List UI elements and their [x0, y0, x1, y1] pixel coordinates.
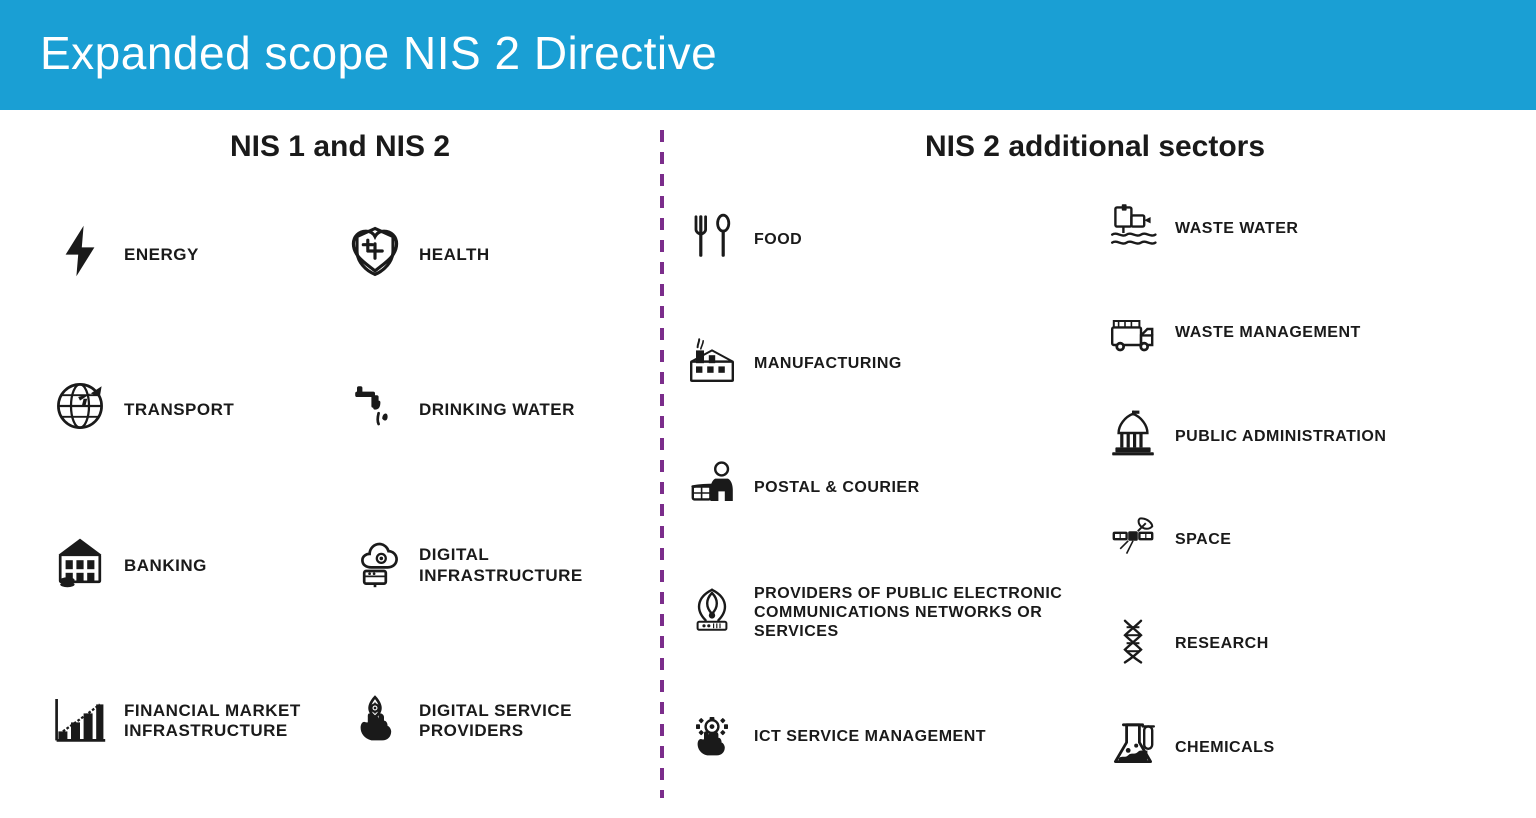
drinking-water-icon	[345, 379, 405, 441]
sector-space: SPACE	[1105, 493, 1506, 587]
nis1-and-nis2-section: NIS 1 and NIS 2 ENERGY	[0, 110, 660, 818]
postal-label: POSTAL & COURIER	[754, 478, 920, 497]
sector-waste-management: WASTE MANAGEMENT	[1105, 286, 1506, 380]
manufacturing-label: MANUFACTURING	[754, 354, 902, 373]
food-label: FOOD	[754, 230, 802, 249]
content-area: NIS 1 and NIS 2 ENERGY	[0, 110, 1536, 818]
providers-label: PROVIDERS OF PUBLIC ELECTRONIC COMMUNICA…	[754, 584, 1085, 642]
nis2-title: NIS 2 additional sectors	[684, 130, 1506, 164]
energy-icon	[50, 224, 110, 286]
sector-chemicals: CHEMICALS	[1105, 700, 1506, 794]
sector-manufacturing: MANUFACTURING	[684, 306, 1085, 420]
nis1-title: NIS 1 and NIS 2	[50, 130, 630, 164]
food-icon	[684, 212, 740, 267]
ict-label: ICT SERVICE MANAGEMENT	[754, 727, 986, 746]
banking-label: BANKING	[124, 556, 207, 576]
manufacturing-icon	[684, 336, 740, 391]
health-icon	[345, 224, 405, 286]
sector-digital-infrastructure: DIGITAL INFRASTRUCTURE	[345, 493, 630, 639]
header: Expanded scope NIS 2 Directive	[0, 0, 1536, 110]
sector-research: RESEARCH	[1105, 597, 1506, 691]
space-label: SPACE	[1175, 530, 1231, 549]
health-label: HEALTH	[419, 245, 490, 265]
digital-infrastructure-icon	[345, 535, 405, 597]
sector-postal: POSTAL & COURIER	[684, 431, 1085, 545]
sector-financial-market: FINANCIAL MARKET INFRASTRUCTURE	[50, 649, 335, 795]
banking-icon	[50, 535, 110, 597]
sector-digital-service: DIGITAL SERVICE PROVIDERS	[345, 649, 630, 795]
sector-health: HEALTH	[345, 182, 630, 328]
sector-waste-water: WASTE WATER	[1105, 182, 1506, 276]
sector-ict: ICT SERVICE MANAGEMENT	[684, 680, 1085, 794]
waste-water-label: WASTE WATER	[1175, 219, 1298, 238]
waste-management-label: WASTE MANAGEMENT	[1175, 323, 1361, 342]
sector-food: FOOD	[684, 182, 1085, 296]
sector-drinking-water: DRINKING WATER	[345, 338, 630, 484]
ict-icon	[684, 709, 740, 764]
digital-infrastructure-label: DIGITAL INFRASTRUCTURE	[419, 545, 630, 586]
providers-icon	[684, 585, 740, 640]
nis2-grid: FOOD	[684, 182, 1506, 794]
nis2-col1: FOOD	[684, 182, 1085, 794]
space-icon	[1105, 512, 1161, 567]
drinking-water-label: DRINKING WATER	[419, 400, 575, 420]
public-admin-icon	[1105, 409, 1161, 464]
page-container: Expanded scope NIS 2 Directive NIS 1 and…	[0, 0, 1536, 818]
sector-public-admin: PUBLIC ADMINISTRATION	[1105, 389, 1506, 483]
chemicals-icon	[1105, 720, 1161, 775]
transport-label: TRANSPORT	[124, 400, 234, 420]
nis2-col2: WASTE WATER	[1105, 182, 1506, 794]
research-icon	[1105, 616, 1161, 671]
sector-energy: ENERGY	[50, 182, 335, 328]
transport-icon	[50, 379, 110, 441]
sector-banking: BANKING	[50, 493, 335, 639]
digital-service-icon	[345, 690, 405, 752]
public-admin-label: PUBLIC ADMINISTRATION	[1175, 427, 1386, 446]
waste-management-icon	[1105, 305, 1161, 360]
energy-label: ENERGY	[124, 245, 199, 265]
waste-water-icon	[1105, 201, 1161, 256]
chemicals-label: CHEMICALS	[1175, 738, 1275, 757]
nis1-grid: ENERGY	[50, 182, 630, 794]
sector-transport: TRANSPORT	[50, 338, 335, 484]
nis2-additional-section: NIS 2 additional sectors	[664, 110, 1536, 818]
financial-market-label: FINANCIAL MARKET INFRASTRUCTURE	[124, 701, 335, 742]
sector-providers: PROVIDERS OF PUBLIC ELECTRONIC COMMUNICA…	[684, 555, 1085, 669]
digital-service-label: DIGITAL SERVICE PROVIDERS	[419, 701, 630, 742]
financial-market-icon	[50, 690, 110, 752]
page-title: Expanded scope NIS 2 Directive	[40, 26, 717, 80]
postal-icon	[684, 461, 740, 516]
research-label: RESEARCH	[1175, 634, 1269, 653]
